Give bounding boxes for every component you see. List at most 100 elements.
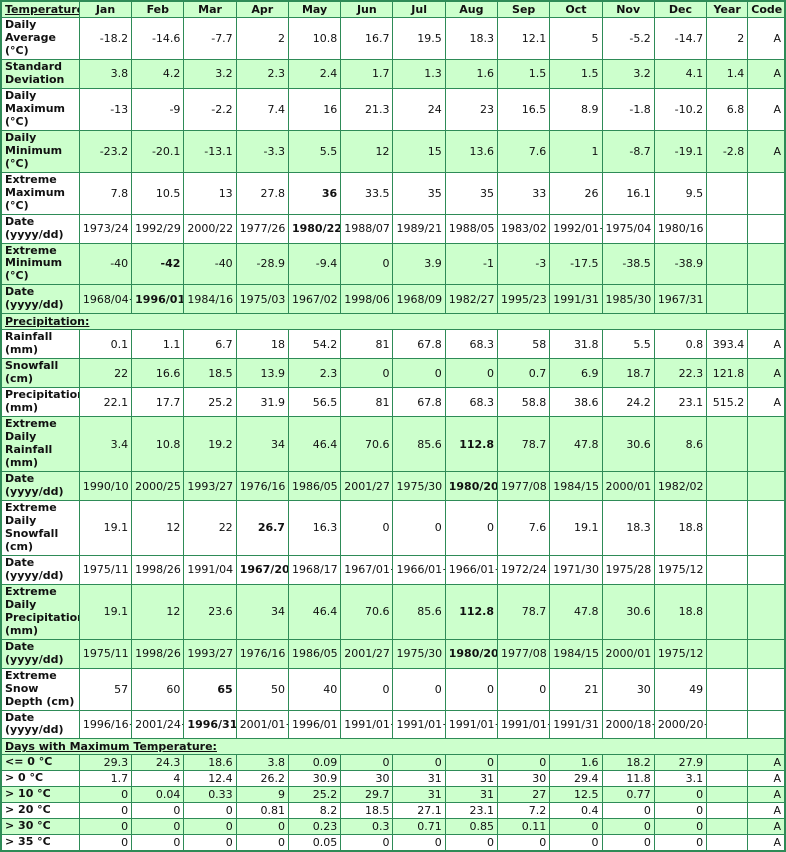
cell-sep: 1972/24: [497, 554, 551, 585]
cell-code: A: [747, 87, 786, 131]
cell-year: [706, 709, 749, 740]
cell-dec: 18.8: [653, 499, 708, 556]
section-divider-row: Precipitation:: [0, 313, 786, 331]
cell-feb: -42: [131, 242, 185, 286]
cell-oct: 1991/31: [549, 709, 603, 740]
cell-jul: 19.5: [392, 17, 446, 60]
cell-mar: 18.5: [183, 358, 237, 389]
climate-data-table: Temperature:JanFebMarAprMayJunJulAugSepO…: [0, 0, 786, 852]
cell-may: 36: [287, 171, 342, 215]
cell-may: 54.2: [287, 329, 342, 360]
cell-feb: 0: [131, 802, 185, 820]
cell-jan: 1973/24: [78, 213, 133, 244]
cell-sep: 78.7: [497, 416, 551, 473]
row-label: Date (yyyy/dd): [0, 284, 80, 315]
cell-may: 16.3: [287, 499, 342, 556]
cell-dec: 27.9: [653, 754, 708, 772]
cell-oct: 19.1: [549, 499, 603, 556]
cell-nov: 5.5: [601, 329, 655, 360]
cell-dec: 1975/12: [653, 554, 708, 585]
cell-oct: 1991/31: [549, 284, 603, 315]
cell-oct: 31.8: [549, 329, 603, 360]
table-row: > 30 °C 0 0 0 0 0.23 0.3 0.71 0.85 0.11 0 0 0 A: [0, 818, 786, 836]
cell-jul: 1989/21: [392, 213, 446, 244]
cell-apr: 27.8: [235, 171, 289, 215]
cell-mar: -2.2: [183, 87, 237, 131]
cell-mar: -7.7: [183, 17, 237, 60]
cell-jan: -13: [78, 87, 133, 131]
cell-jan: -23.2: [78, 129, 133, 173]
cell-jul: 0: [392, 358, 446, 389]
cell-year: 6.8: [706, 87, 749, 131]
cell-apr: 34: [235, 416, 289, 473]
cell-year: [706, 770, 749, 788]
cell-nov: 0: [601, 818, 655, 836]
cell-apr: 0.81: [235, 802, 289, 820]
cell-nov: 24.2: [601, 387, 655, 418]
cell-dec: 18.8: [653, 583, 708, 640]
cell-dec: 1982/02: [653, 471, 708, 501]
row-label: > 35 °C: [0, 834, 80, 852]
cell-dec: -19.1: [653, 129, 708, 173]
cell-may: 0.23: [287, 818, 342, 836]
cell-jul: 1975/30: [392, 471, 446, 501]
cell-nov: 1975/04: [601, 213, 655, 244]
cell-may: 1996/01: [287, 709, 342, 740]
table-row: Precipitation (mm) 22.1 17.7 25.2 31.9 56.5 81…: [0, 387, 786, 418]
cell-oct: 8.9: [549, 87, 603, 131]
cell-code: A: [747, 770, 786, 788]
cell-year: [706, 171, 749, 215]
cell-jan: 19.1: [78, 499, 133, 556]
section-title: Days with Maximum Temperature:: [0, 738, 786, 756]
cell-nov: 2000/01: [601, 471, 655, 501]
cell-aug: 1980/20: [444, 638, 499, 669]
cell-feb: 1998/26: [131, 638, 185, 669]
cell-nov: 18.2: [601, 754, 655, 772]
cell-aug: 68.3: [444, 387, 499, 418]
cell-dec: 1980/16: [653, 213, 708, 244]
row-label: Extreme Minimum (°C): [0, 242, 80, 286]
cell-aug: 18.3: [444, 17, 499, 60]
column-header-apr: Apr: [235, 0, 289, 18]
cell-feb: 60: [131, 667, 185, 711]
column-header-code: Code: [747, 0, 786, 18]
table-row: Date (yyyy/dd) 1973/24 1992/29 2000/22 1977/…: [0, 213, 786, 244]
cell-code: A: [747, 818, 786, 836]
cell-oct: 29.4: [549, 770, 603, 788]
cell-aug: 13.6: [444, 129, 499, 173]
cell-oct: 12.5: [549, 786, 603, 804]
cell-feb: 0: [131, 818, 185, 836]
cell-apr: 2001/01+: [235, 709, 289, 740]
cell-feb: 0: [131, 834, 185, 852]
cell-mar: 18.6: [183, 754, 237, 772]
cell-feb: 4: [131, 770, 185, 788]
cell-sep: 33: [497, 171, 551, 215]
cell-nov: 16.1: [601, 171, 655, 215]
cell-aug: 35: [444, 171, 499, 215]
cell-mar: 12.4: [183, 770, 237, 788]
cell-sep: 1.5: [497, 58, 551, 89]
cell-jul: 67.8: [392, 387, 446, 418]
row-label: Date (yyyy/dd): [0, 471, 80, 501]
cell-may: 46.4: [287, 583, 342, 640]
cell-year: [706, 834, 749, 852]
cell-oct: 5: [549, 17, 603, 60]
cell-year: 515.2: [706, 387, 749, 418]
cell-jun: 12: [340, 129, 394, 173]
table-row: Date (yyyy/dd) 1975/11 1998/26 1993/27 1976/…: [0, 638, 786, 669]
cell-sep: -3: [497, 242, 551, 286]
cell-code: A: [747, 387, 786, 418]
table-row: Extreme Snow Depth (cm) 57 60 65 50 40 0 0 0 0 21 3…: [0, 667, 786, 711]
column-header-jun: Jun: [340, 0, 394, 18]
cell-sep: 7.6: [497, 499, 551, 556]
cell-jul: 0: [392, 499, 446, 556]
cell-sep: 58: [497, 329, 551, 360]
cell-nov: -5.2: [601, 17, 655, 60]
cell-oct: 21: [549, 667, 603, 711]
cell-jul: 0: [392, 754, 446, 772]
cell-nov: 11.8: [601, 770, 655, 788]
cell-jan: 0.1: [78, 329, 133, 360]
cell-jul: 24: [392, 87, 446, 131]
cell-mar: 1996/31: [183, 709, 237, 740]
cell-sep: 12.1: [497, 17, 551, 60]
